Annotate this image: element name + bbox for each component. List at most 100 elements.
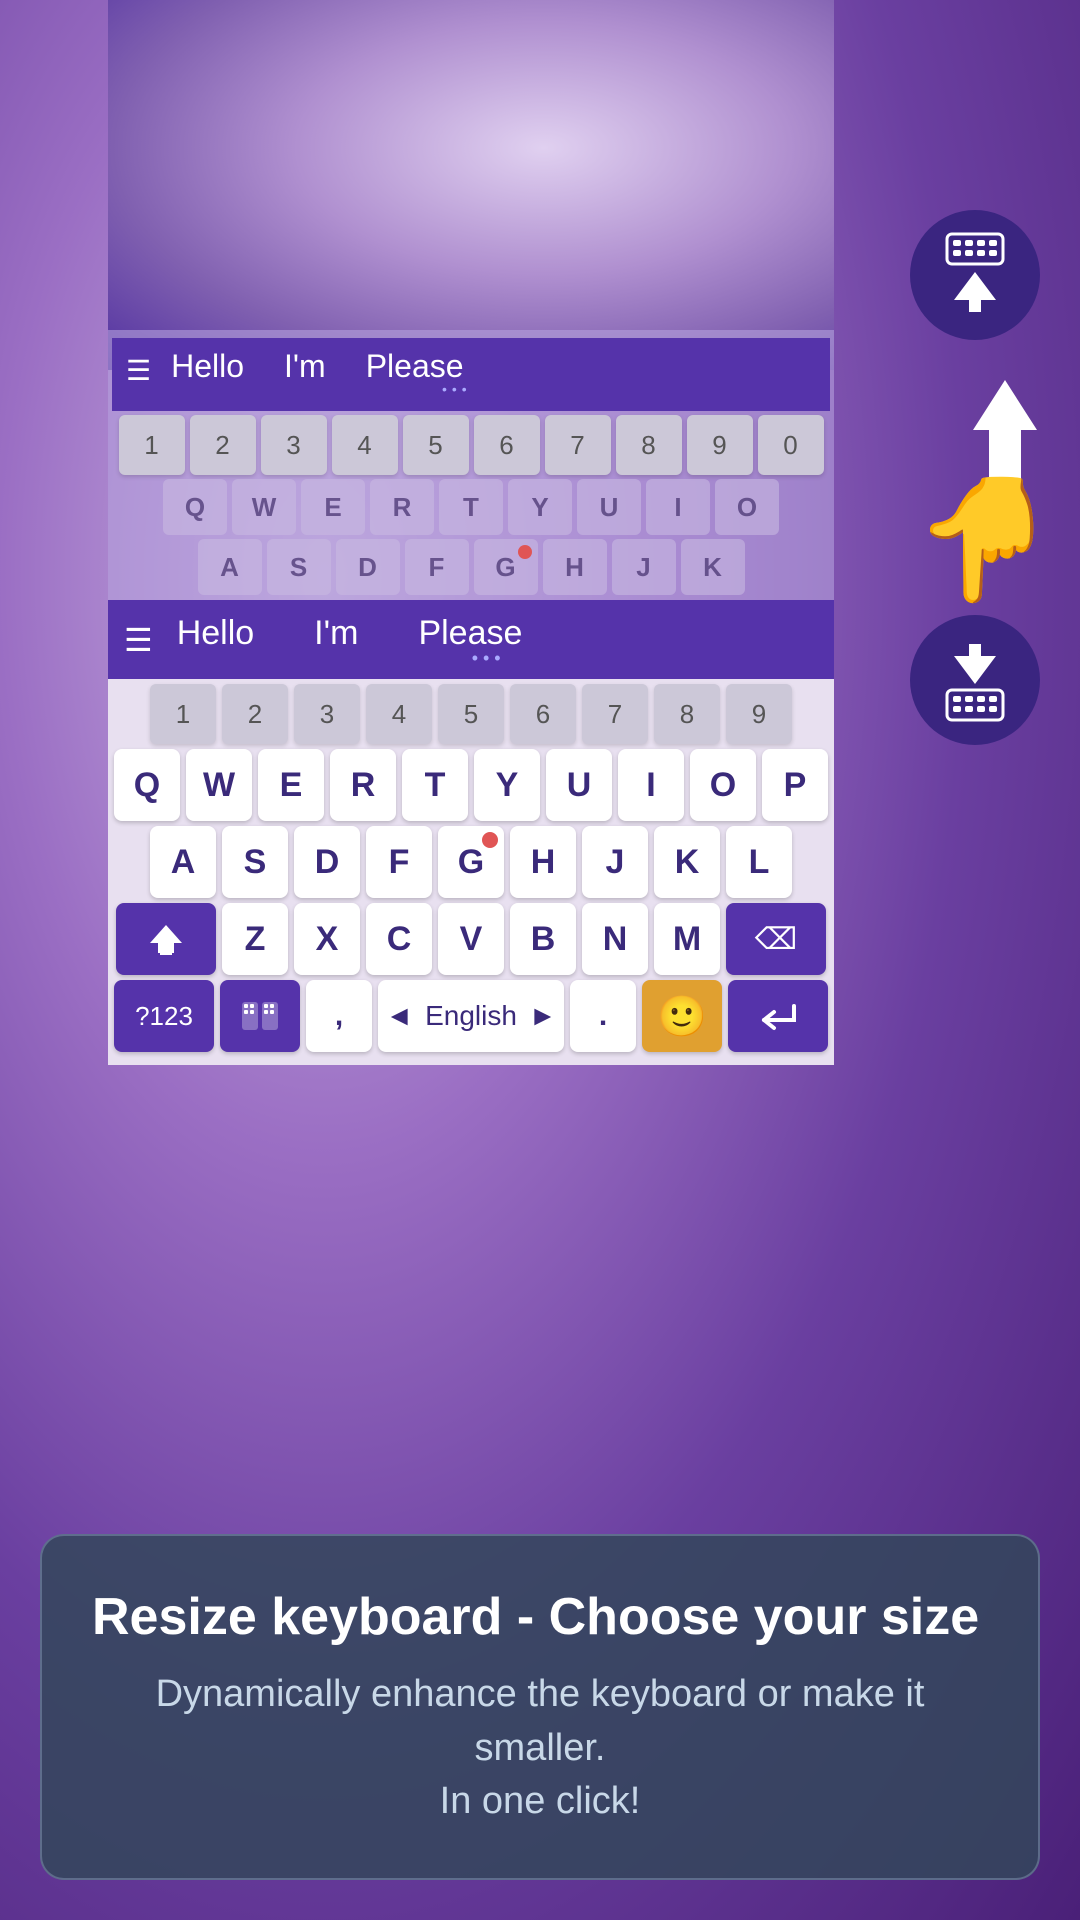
key-9-main[interactable]: 9 [726,684,792,744]
key-b[interactable]: B [510,903,576,975]
key-3-top[interactable]: 3 [261,415,327,475]
phone-top-area [108,0,834,370]
info-card-title: Resize keyboard - Choose your size [92,1586,988,1648]
key-d[interactable]: D [294,826,360,898]
key-h[interactable]: H [510,826,576,898]
key-5-top[interactable]: 5 [403,415,469,475]
main-toolbar: ☰ Hello I'm Please ••• [108,600,834,679]
qwerty-row-top: Q W E R T Y U I O [112,479,830,535]
suggestion-hello-main[interactable]: Hello [177,614,254,653]
key-1-top[interactable]: 1 [119,415,185,475]
key-split[interactable] [220,980,300,1052]
key-d-top[interactable]: D [336,539,400,595]
key-g[interactable]: G [438,826,504,898]
key-9-top[interactable]: 9 [687,415,753,475]
suggestion-please-top[interactable]: Please [366,348,464,385]
key-emoji[interactable]: 🙂 [642,980,722,1052]
key-w-top[interactable]: W [232,479,296,535]
key-n[interactable]: N [582,903,648,975]
asdf-row-top: A S D F G H J K [112,539,830,595]
key-f-top[interactable]: F [405,539,469,595]
key-l[interactable]: L [726,826,792,898]
key-i[interactable]: I [618,749,684,821]
key-backspace[interactable]: ⌫ [726,903,826,975]
key-k[interactable]: K [654,826,720,898]
key-a-top[interactable]: A [198,539,262,595]
key-e[interactable]: E [258,749,324,821]
key-o-top[interactable]: O [715,479,779,535]
key-a[interactable]: A [150,826,216,898]
key-s-top[interactable]: S [267,539,331,595]
key-7-main[interactable]: 7 [582,684,648,744]
key-period[interactable]: . [570,980,636,1052]
key-s[interactable]: S [222,826,288,898]
key-8-top[interactable]: 8 [616,415,682,475]
key-7-top[interactable]: 7 [545,415,611,475]
info-card-subtitle: Dynamically enhance the keyboard or make… [92,1668,988,1828]
key-w[interactable]: W [186,749,252,821]
number-row-top: 1 2 3 4 5 6 7 8 9 0 [112,415,830,475]
key-t[interactable]: T [402,749,468,821]
key-0-top[interactable]: 0 [758,415,824,475]
key-u-top[interactable]: U [577,479,641,535]
bottom-row-main: ?123 , ◄ English ► . 🙂 [114,980,828,1052]
key-j-top[interactable]: J [612,539,676,595]
key-6-top[interactable]: 6 [474,415,540,475]
key-g-top[interactable]: G [474,539,538,595]
key-j[interactable]: J [582,826,648,898]
key-t-top[interactable]: T [439,479,503,535]
key-r[interactable]: R [330,749,396,821]
toolbar-dots-main: ••• [472,648,506,669]
resize-up-button[interactable] [910,210,1040,340]
zxcv-row-main: Z X C V B N M ⌫ [114,903,828,975]
key-e-top[interactable]: E [301,479,365,535]
key-v[interactable]: V [438,903,504,975]
key-k-top[interactable]: K [681,539,745,595]
key-q[interactable]: Q [114,749,180,821]
suggestion-please-main[interactable]: Please [418,614,522,653]
key-1-main[interactable]: 1 [150,684,216,744]
key-4-main[interactable]: 4 [366,684,432,744]
key-q-top[interactable]: Q [163,479,227,535]
menu-icon-main[interactable]: ☰ [124,621,153,659]
key-i-top[interactable]: I [646,479,710,535]
key-y[interactable]: Y [474,749,540,821]
key-2-top[interactable]: 2 [190,415,256,475]
resize-down-button[interactable] [910,615,1040,745]
key-4-top[interactable]: 4 [332,415,398,475]
key-5-main[interactable]: 5 [438,684,504,744]
suggestion-hello-top[interactable]: Hello [171,348,244,385]
suggestion-im-main[interactable]: I'm [314,614,358,653]
key-y-top[interactable]: Y [508,479,572,535]
key-123[interactable]: ?123 [114,980,214,1052]
key-p[interactable]: P [762,749,828,821]
asdf-row-main: A S D F G H J K L [114,826,828,898]
keyboard-icon-down [945,688,1005,722]
key-2-main[interactable]: 2 [222,684,288,744]
suggestions-wrapper: Hello I'm Please ••• [177,614,818,665]
key-c[interactable]: C [366,903,432,975]
key-m[interactable]: M [654,903,720,975]
key-enter[interactable] [728,980,828,1052]
key-o[interactable]: O [690,749,756,821]
key-language[interactable]: ◄ English ► [378,980,564,1052]
key-r-top[interactable]: R [370,479,434,535]
language-left-arrow: ◄ [385,1000,413,1032]
key-8-main[interactable]: 8 [654,684,720,744]
key-shift[interactable] [116,903,216,975]
arrow-up-icon-btn [950,268,1000,318]
key-x[interactable]: X [294,903,360,975]
key-comma[interactable]: , [306,980,372,1052]
red-dot-g-top [518,545,532,559]
key-3-main[interactable]: 3 [294,684,360,744]
key-u[interactable]: U [546,749,612,821]
key-h-top[interactable]: H [543,539,607,595]
key-6-main[interactable]: 6 [510,684,576,744]
red-dot-g [482,832,498,848]
key-f[interactable]: F [366,826,432,898]
menu-icon-top[interactable]: ☰ [126,357,151,385]
hand-pointer-icon: 👇 [911,470,1060,610]
language-label: English [425,1000,517,1032]
key-z[interactable]: Z [222,903,288,975]
suggestion-im-top[interactable]: I'm [284,348,326,385]
